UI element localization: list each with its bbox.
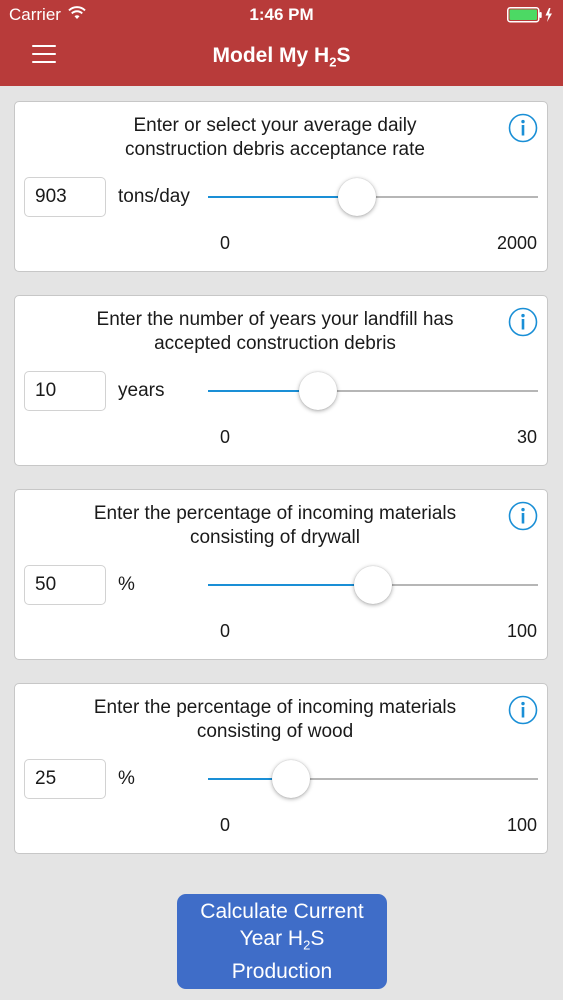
button-line: S	[310, 926, 325, 950]
years-accepted-card: Enter the number of years your landfill …	[14, 295, 548, 466]
range-min-label: 0	[220, 233, 231, 253]
button-line: Production	[231, 960, 333, 984]
page-title: Model My H2S	[0, 44, 563, 70]
drywall-percentage-input[interactable]: 50	[24, 565, 106, 605]
range-max-label: 100	[506, 815, 537, 835]
range-max-label: 30	[516, 427, 537, 447]
unit-label: %	[118, 574, 135, 595]
prompt-line: consisting of drywall	[189, 527, 361, 548]
years-input[interactable]: 10	[24, 371, 106, 411]
range-min-label: 0	[220, 815, 231, 835]
slider-thumb[interactable]	[272, 760, 310, 798]
info-icon[interactable]	[508, 307, 538, 337]
wood-percentage-card: Enter the percentage of incoming materia…	[14, 683, 548, 854]
card-prompt: Enter the percentage of incoming materia…	[55, 696, 495, 744]
card-prompt: Enter or select your average daily const…	[55, 114, 495, 162]
prompt-line: Enter the number of years your landfill …	[96, 309, 454, 330]
prompt-line: construction debris acceptance rate	[125, 139, 425, 160]
info-icon[interactable]	[508, 113, 538, 143]
prompt-line: Enter the percentage of incoming materia…	[93, 503, 457, 524]
unit-label: years	[118, 380, 165, 401]
card-prompt: Enter the number of years your landfill …	[55, 308, 495, 356]
debris-rate-input[interactable]: 903	[24, 177, 106, 217]
button-line: Calculate Current	[200, 899, 364, 923]
range-min-label: 0	[220, 621, 231, 641]
debris-rate-card: Enter or select your average daily const…	[14, 101, 548, 272]
prompt-line: consisting of wood	[196, 721, 354, 742]
card-prompt: Enter the percentage of incoming materia…	[55, 502, 495, 550]
navigation-bar: Carrier 1:46 PM Model My H2S	[0, 0, 563, 86]
calculate-button[interactable]: Calculate Current Year H2S Production	[177, 894, 387, 989]
unit-label: tons/day	[118, 186, 190, 207]
range-min-label: 0	[220, 427, 231, 447]
title-suffix: S	[336, 44, 351, 67]
info-icon[interactable]	[508, 695, 538, 725]
slider-fill	[208, 196, 357, 198]
battery-icon	[507, 7, 552, 23]
range-max-label: 2000	[496, 233, 537, 253]
debris-rate-slider[interactable]	[208, 177, 538, 217]
unit-label: %	[118, 768, 135, 789]
clock: 1:46 PM	[249, 5, 314, 24]
wood-percentage-slider[interactable]	[208, 759, 538, 799]
calculate-button-label: Calculate Current Year H2S Production	[182, 898, 382, 986]
info-icon[interactable]	[508, 501, 538, 531]
slider-thumb[interactable]	[299, 372, 337, 410]
slider-thumb[interactable]	[354, 566, 392, 604]
years-slider[interactable]	[208, 371, 538, 411]
prompt-line: accepted construction debris	[154, 333, 396, 354]
button-line: Year H	[239, 926, 304, 950]
wood-percentage-input[interactable]: 25	[24, 759, 106, 799]
title-text: Model My H	[212, 44, 330, 67]
prompt-line: Enter the percentage of incoming materia…	[93, 697, 457, 718]
drywall-percentage-slider[interactable]	[208, 565, 538, 605]
drywall-percentage-card: Enter the percentage of incoming materia…	[14, 489, 548, 660]
slider-fill	[208, 584, 373, 586]
prompt-line: Enter or select your average daily	[133, 115, 417, 136]
slider-thumb[interactable]	[338, 178, 376, 216]
range-max-label: 100	[506, 621, 537, 641]
status-bar: Carrier 1:46 PM	[0, 0, 563, 30]
